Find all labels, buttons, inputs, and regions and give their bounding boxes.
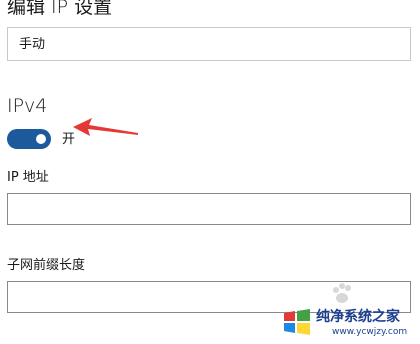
site-watermark: 纯净系统之家 www.ycwjzy.com xyxy=(278,302,420,344)
toggle-knob xyxy=(36,134,46,144)
ipv4-toggle-switch[interactable] xyxy=(7,129,51,149)
ip-mode-selected-value: 手动 xyxy=(19,37,46,52)
page-title: 编辑 IP 设置 xyxy=(7,0,113,18)
ip-mode-dropdown[interactable]: 手动 xyxy=(7,27,411,61)
red-arrow-icon xyxy=(73,118,138,136)
watermark-url: www.ycwjzy.com xyxy=(332,327,408,337)
watermark-text: 纯净系统之家 xyxy=(316,309,400,325)
ip-address-input[interactable] xyxy=(7,193,411,225)
ipv4-section-title: IPv4 xyxy=(7,95,48,117)
subnet-prefix-length-label: 子网前缀长度 xyxy=(7,258,86,273)
windows-logo-icon xyxy=(284,309,310,335)
ip-address-label: IP 地址 xyxy=(7,170,49,185)
